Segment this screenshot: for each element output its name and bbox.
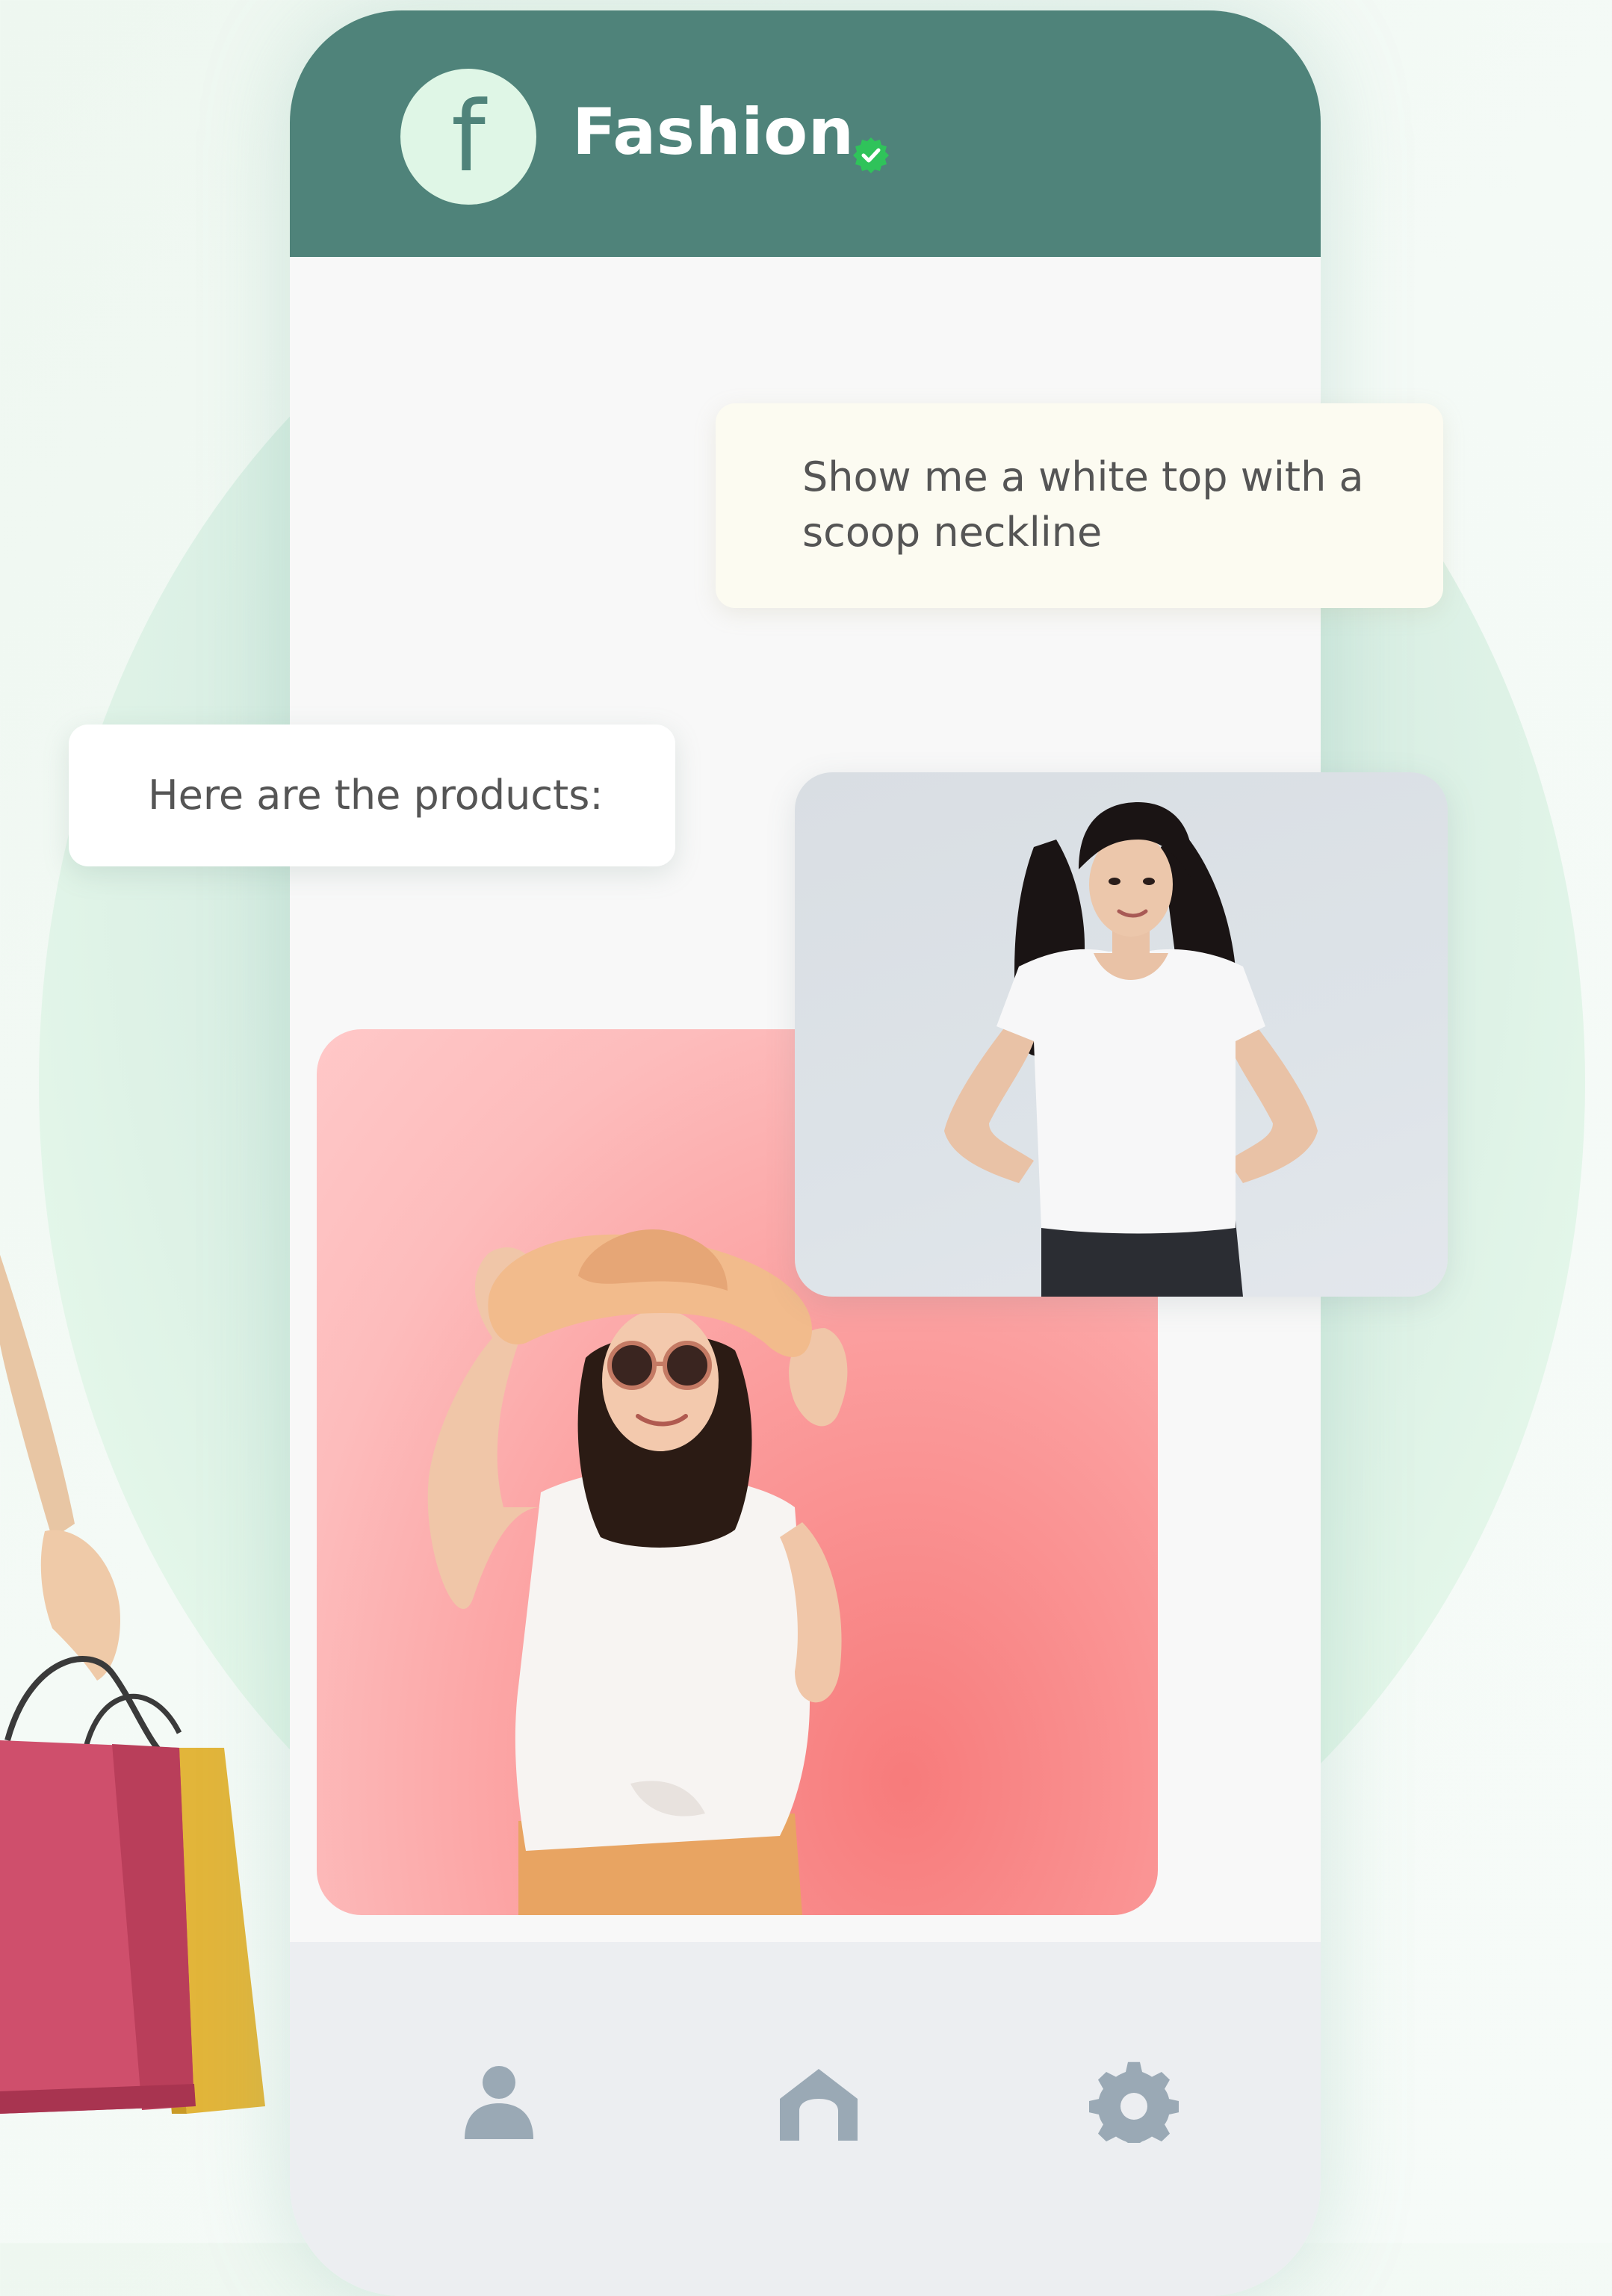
- shopping-bags-illustration: [0, 1255, 265, 2114]
- brand-logo[interactable]: f: [400, 69, 536, 205]
- verified-badge-icon: [853, 137, 889, 173]
- gear-icon[interactable]: [1089, 2061, 1179, 2151]
- chat-header: f Fashion: [290, 10, 1321, 257]
- user-message-bubble: Show me a white top with a scoop necklin…: [716, 403, 1443, 608]
- profile-icon[interactable]: [454, 2061, 544, 2151]
- product-image-white-scoop-tee[interactable]: [795, 772, 1448, 1297]
- brand-name: Fashion: [572, 95, 855, 170]
- bot-message-bubble: Here are the products:: [69, 725, 675, 866]
- home-icon[interactable]: [774, 2061, 864, 2151]
